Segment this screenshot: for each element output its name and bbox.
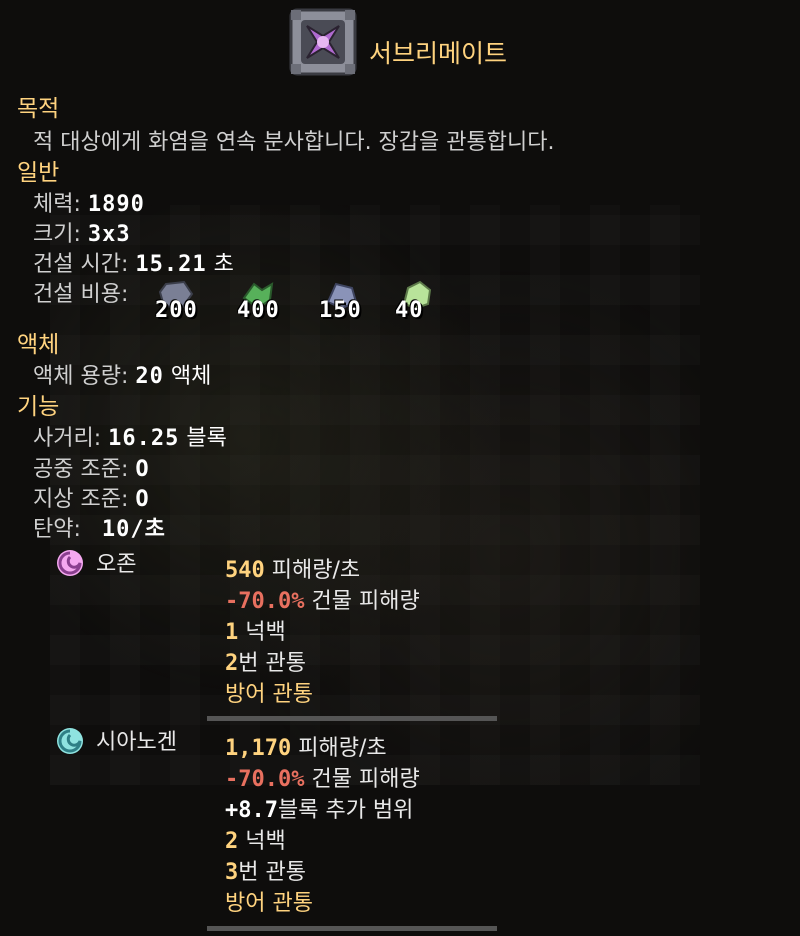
ammo-use-value: 10/초 xyxy=(101,517,166,542)
target-ground-value: O xyxy=(135,487,150,512)
ammo-building-text: 건물 피해량 xyxy=(311,767,420,792)
ammo-knockback-value: 2 xyxy=(225,829,239,854)
ammo-building-damage: -70.0% 건물 피해량 xyxy=(225,761,420,793)
cost-item: 40 xyxy=(392,280,472,328)
cyanogen-icon xyxy=(57,728,83,754)
sublimate-block-icon xyxy=(289,8,357,76)
ammo-pierce-text: 번 관통 xyxy=(238,860,306,885)
stat-health: 체력: 1890 xyxy=(33,190,145,220)
ammo-building-value: -70.0% xyxy=(225,767,305,792)
range-value: 16.25 xyxy=(108,426,180,451)
size-value: 3x3 xyxy=(87,222,131,247)
section-function: 기능 xyxy=(17,394,60,420)
section-liquid: 액체 xyxy=(17,332,60,358)
ammo-armor-pierce: 방어 관통 xyxy=(225,891,313,916)
cost-item: 400 xyxy=(234,280,314,328)
ammo-dps-unit: 피해량/초 xyxy=(271,558,361,583)
ammo-knockback-text: 넉백 xyxy=(245,620,286,645)
ammo-building-text: 건물 피해량 xyxy=(311,589,420,614)
ammo-range-text: 블록 추가 범위 xyxy=(277,798,414,823)
target-ground-label: 지상 조준: xyxy=(33,487,129,512)
liquid-capacity-value: 20 xyxy=(135,364,164,389)
ammo-range-value: +8.7 xyxy=(225,798,278,823)
stat-target-ground: 지상 조준: O xyxy=(33,485,150,515)
cost-item: 200 xyxy=(152,280,232,328)
section-purpose: 목적 xyxy=(17,96,60,122)
ammo-pierce-text: 번 관통 xyxy=(238,651,306,676)
ammo-knockback: 2 넉백 xyxy=(225,823,286,855)
ammo-dps-value: 540 xyxy=(225,558,265,583)
range-unit: 블록 xyxy=(186,426,227,451)
ammo-building-value: -70.0% xyxy=(225,589,305,614)
ammo-pierce: 2번 관통 xyxy=(225,645,306,677)
ammo-dps-unit: 피해량/초 xyxy=(298,736,387,761)
ammo-divider xyxy=(207,716,497,721)
ozone-icon xyxy=(57,550,83,576)
range-label: 사거리: xyxy=(33,426,102,451)
stat-range: 사거리: 16.25 블록 xyxy=(33,424,227,454)
block-title: 서브리메이트 xyxy=(369,39,508,68)
build-time-unit: 초 xyxy=(213,252,234,277)
cost-amount: 200 xyxy=(155,298,198,323)
health-label: 체력: xyxy=(33,192,81,217)
ammo-dps: 540 피해량/초 xyxy=(225,552,360,584)
target-air-value: O xyxy=(135,457,150,482)
stat-liquid-capacity: 액체 용량: 20 액체 xyxy=(33,362,211,392)
size-label: 크기: xyxy=(33,222,81,247)
cost-amount: 400 xyxy=(237,298,280,323)
stat-ammo: 탄약: 10/초 xyxy=(33,515,166,545)
stat-build-time: 건설 시간: 15.21 초 xyxy=(33,250,234,280)
build-time-value: 15.21 xyxy=(135,252,207,277)
stat-target-air: 공중 조준: O xyxy=(33,455,150,485)
ammo-dps: 1,170 피해량/초 xyxy=(225,730,387,762)
ammo-dps-value: 1,170 xyxy=(225,736,292,761)
ammo-pierce-value: 3 xyxy=(225,860,239,885)
build-cost-label: 건설 비용: xyxy=(33,282,129,307)
liquid-capacity-unit: 액체 xyxy=(170,364,212,389)
ammo-pierce-value: 2 xyxy=(225,651,239,676)
liquid-capacity-label: 액체 용량: xyxy=(33,364,129,389)
ammo-range-bonus: +8.7블록 추가 범위 xyxy=(225,792,413,824)
ammo-knockback-value: 1 xyxy=(225,620,239,645)
health-value: 1890 xyxy=(87,192,145,217)
cost-amount: 40 xyxy=(395,298,424,323)
stat-size: 크기: 3x3 xyxy=(33,220,131,250)
ammo-building-damage: -70.0% 건물 피해량 xyxy=(225,583,420,615)
ammo-pierce: 3번 관통 xyxy=(225,854,306,886)
header: 서브리메이트 xyxy=(0,6,800,78)
build-time-label: 건설 시간: xyxy=(33,252,129,277)
target-air-label: 공중 조준: xyxy=(33,457,129,482)
purpose-description: 적 대상에게 화염을 연속 분사합니다. 장갑을 관통합니다. xyxy=(33,130,555,155)
ammo-name: 오존 xyxy=(96,552,137,577)
ammo-knockback: 1 넉백 xyxy=(225,614,286,646)
ammo-knockback-text: 넉백 xyxy=(245,829,286,854)
ammo-armor-pierce: 방어 관통 xyxy=(225,682,313,707)
ammo-label: 탄약: xyxy=(33,517,81,542)
section-general: 일반 xyxy=(17,160,60,186)
ammo-name: 시아노겐 xyxy=(96,730,177,755)
stat-build-cost: 건설 비용: xyxy=(33,280,128,310)
cost-amount: 150 xyxy=(319,298,362,323)
cost-item: 150 xyxy=(316,280,396,328)
ammo-divider xyxy=(207,926,497,931)
